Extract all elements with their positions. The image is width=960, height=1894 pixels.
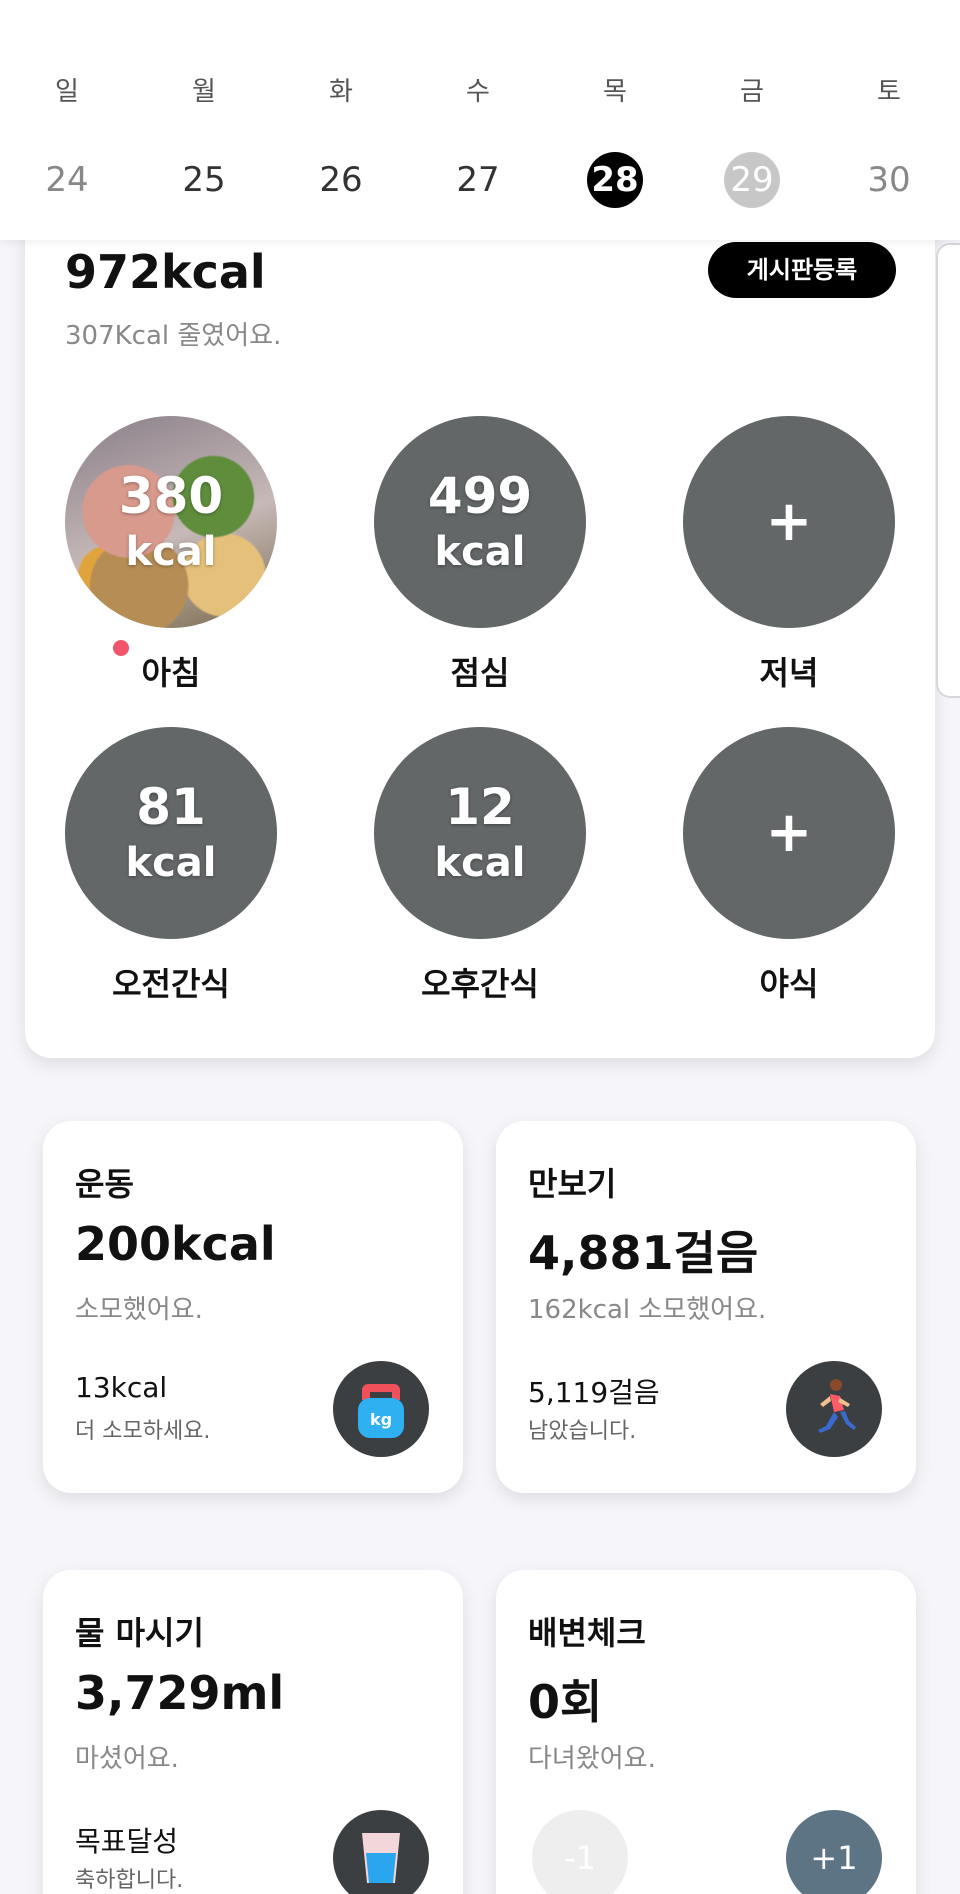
pedometer-title: 만보기 [528, 1165, 617, 1203]
today-date[interactable]: 29 [724, 152, 780, 208]
morning-snack-label: 오전간식 [112, 965, 230, 1003]
exercise-remaining-kcal: 13kcal [75, 1371, 168, 1404]
afternoon-snack-kcal-unit: kcal [434, 840, 526, 886]
meal-summary-card: 972kcal 307Kcal 줄였어요. 게시판등록 380 kcal 아침 … [25, 180, 935, 1058]
breakfast-label-text: 아침 [141, 654, 201, 692]
lunch-label: 점심 [450, 654, 510, 692]
date-number[interactable]: 30 [861, 152, 917, 208]
post-to-board-button[interactable]: 게시판등록 [708, 242, 896, 298]
date-cell[interactable]: 25 [144, 152, 264, 212]
water-card[interactable]: 물 마시기 3,729ml 마셨어요. 목표달성 축하합니다. [43, 1570, 463, 1894]
afternoon-snack-label: 오후간식 [421, 965, 539, 1003]
exercise-sub: 소모했어요. [75, 1295, 203, 1325]
weekday-tue: 화 [329, 77, 353, 107]
increment-button[interactable]: +1 [786, 1810, 882, 1894]
date-cell-selected[interactable]: 28 [555, 152, 675, 212]
water-title: 물 마시기 [75, 1614, 204, 1652]
breakfast-label: 아침 [65, 640, 277, 694]
exercise-title: 운동 [75, 1165, 134, 1203]
runner-icon[interactable] [786, 1361, 882, 1457]
bowel-count: 0회 [528, 1675, 603, 1729]
plus-icon: + [765, 800, 813, 865]
water-goal-text: 축하합니다. [75, 1868, 184, 1893]
add-late-night-button[interactable]: + [683, 727, 895, 939]
dinner-label: 저녁 [759, 654, 819, 692]
water-glass-icon[interactable] [333, 1810, 429, 1894]
exercise-remaining-text: 더 소모하세요. [75, 1419, 211, 1444]
breakfast-kcal-unit: kcal [125, 529, 217, 575]
weekday-sun: 일 [55, 77, 79, 107]
weekday-thu: 목 [603, 77, 627, 107]
late-night-label: 야식 [759, 965, 819, 1003]
kettlebell-kg-text: kg [370, 1410, 392, 1429]
scroll-indicator[interactable] [936, 243, 960, 698]
total-intake-kcal: 972kcal [65, 245, 266, 299]
meal-lunch[interactable]: 499 kcal 점심 [374, 416, 586, 694]
kettlebell-icon[interactable]: kg [333, 1361, 429, 1457]
afternoon-snack-circle[interactable]: 12 kcal [374, 727, 586, 939]
meal-morning-snack[interactable]: 81 kcal 오전간식 [65, 727, 277, 1005]
breakfast-photo-circle[interactable]: 380 kcal [65, 416, 277, 628]
meal-dinner[interactable]: + 저녁 [683, 416, 895, 694]
bowel-title: 배변체크 [528, 1614, 646, 1652]
date-number[interactable]: 27 [450, 152, 506, 208]
date-number[interactable]: 24 [39, 152, 95, 208]
exercise-burned-kcal: 200kcal [75, 1217, 276, 1271]
bowel-sub: 다녀왔어요. [528, 1744, 656, 1774]
meal-afternoon-snack[interactable]: 12 kcal 오후간식 [374, 727, 586, 1005]
date-cell[interactable]: 30 [829, 152, 949, 212]
weekday-mon: 월 [192, 77, 216, 107]
weekday-fri: 금 [740, 77, 764, 107]
breakfast-kcal-value: 380 [118, 467, 224, 525]
date-cell[interactable]: 27 [418, 152, 538, 212]
new-indicator-dot [113, 640, 129, 656]
pedometer-card[interactable]: 만보기 4,881걸음 162kcal 소모했어요. 5,119걸음 남았습니다… [496, 1121, 916, 1493]
date-cell-today[interactable]: 29 [692, 152, 812, 212]
water-goal-status: 목표달성 [75, 1825, 179, 1858]
date-cell[interactable]: 26 [281, 152, 401, 212]
steps-burned-text: 162kcal 소모했어요. [528, 1295, 767, 1325]
date-number[interactable]: 26 [313, 152, 369, 208]
bowel-check-card[interactable]: 배변체크 0회 다녀왔어요. -1 +1 [496, 1570, 916, 1894]
intake-reduction-text: 307Kcal 줄였어요. [65, 321, 282, 351]
lunch-kcal-value: 499 [427, 467, 533, 525]
water-amount: 3,729ml [75, 1666, 285, 1720]
week-calendar: 일 월 화 수 목 금 토 24 25 26 27 28 29 30 [0, 0, 960, 240]
water-sub: 마셨어요. [75, 1744, 179, 1774]
steps-remaining-text: 남았습니다. [528, 1419, 637, 1444]
date-number[interactable]: 25 [176, 152, 232, 208]
meal-breakfast[interactable]: 380 kcal 아침 [65, 416, 277, 694]
exercise-card[interactable]: 운동 200kcal 소모했어요. 13kcal 더 소모하세요. kg [43, 1121, 463, 1493]
add-dinner-button[interactable]: + [683, 416, 895, 628]
meal-late-night[interactable]: + 야식 [683, 727, 895, 1005]
plus-icon: + [765, 489, 813, 554]
date-cell[interactable]: 24 [7, 152, 127, 212]
decrement-button[interactable]: -1 [532, 1810, 628, 1894]
afternoon-snack-kcal-value: 12 [445, 778, 515, 836]
morning-snack-kcal-value: 81 [136, 778, 206, 836]
weekday-sat: 토 [877, 77, 901, 107]
step-count: 4,881걸음 [528, 1226, 759, 1280]
weekday-wed: 수 [466, 77, 490, 107]
steps-remaining: 5,119걸음 [528, 1376, 660, 1409]
morning-snack-kcal-unit: kcal [125, 840, 217, 886]
lunch-circle[interactable]: 499 kcal [374, 416, 586, 628]
lunch-kcal-unit: kcal [434, 529, 526, 575]
morning-snack-circle[interactable]: 81 kcal [65, 727, 277, 939]
selected-date[interactable]: 28 [587, 152, 643, 208]
